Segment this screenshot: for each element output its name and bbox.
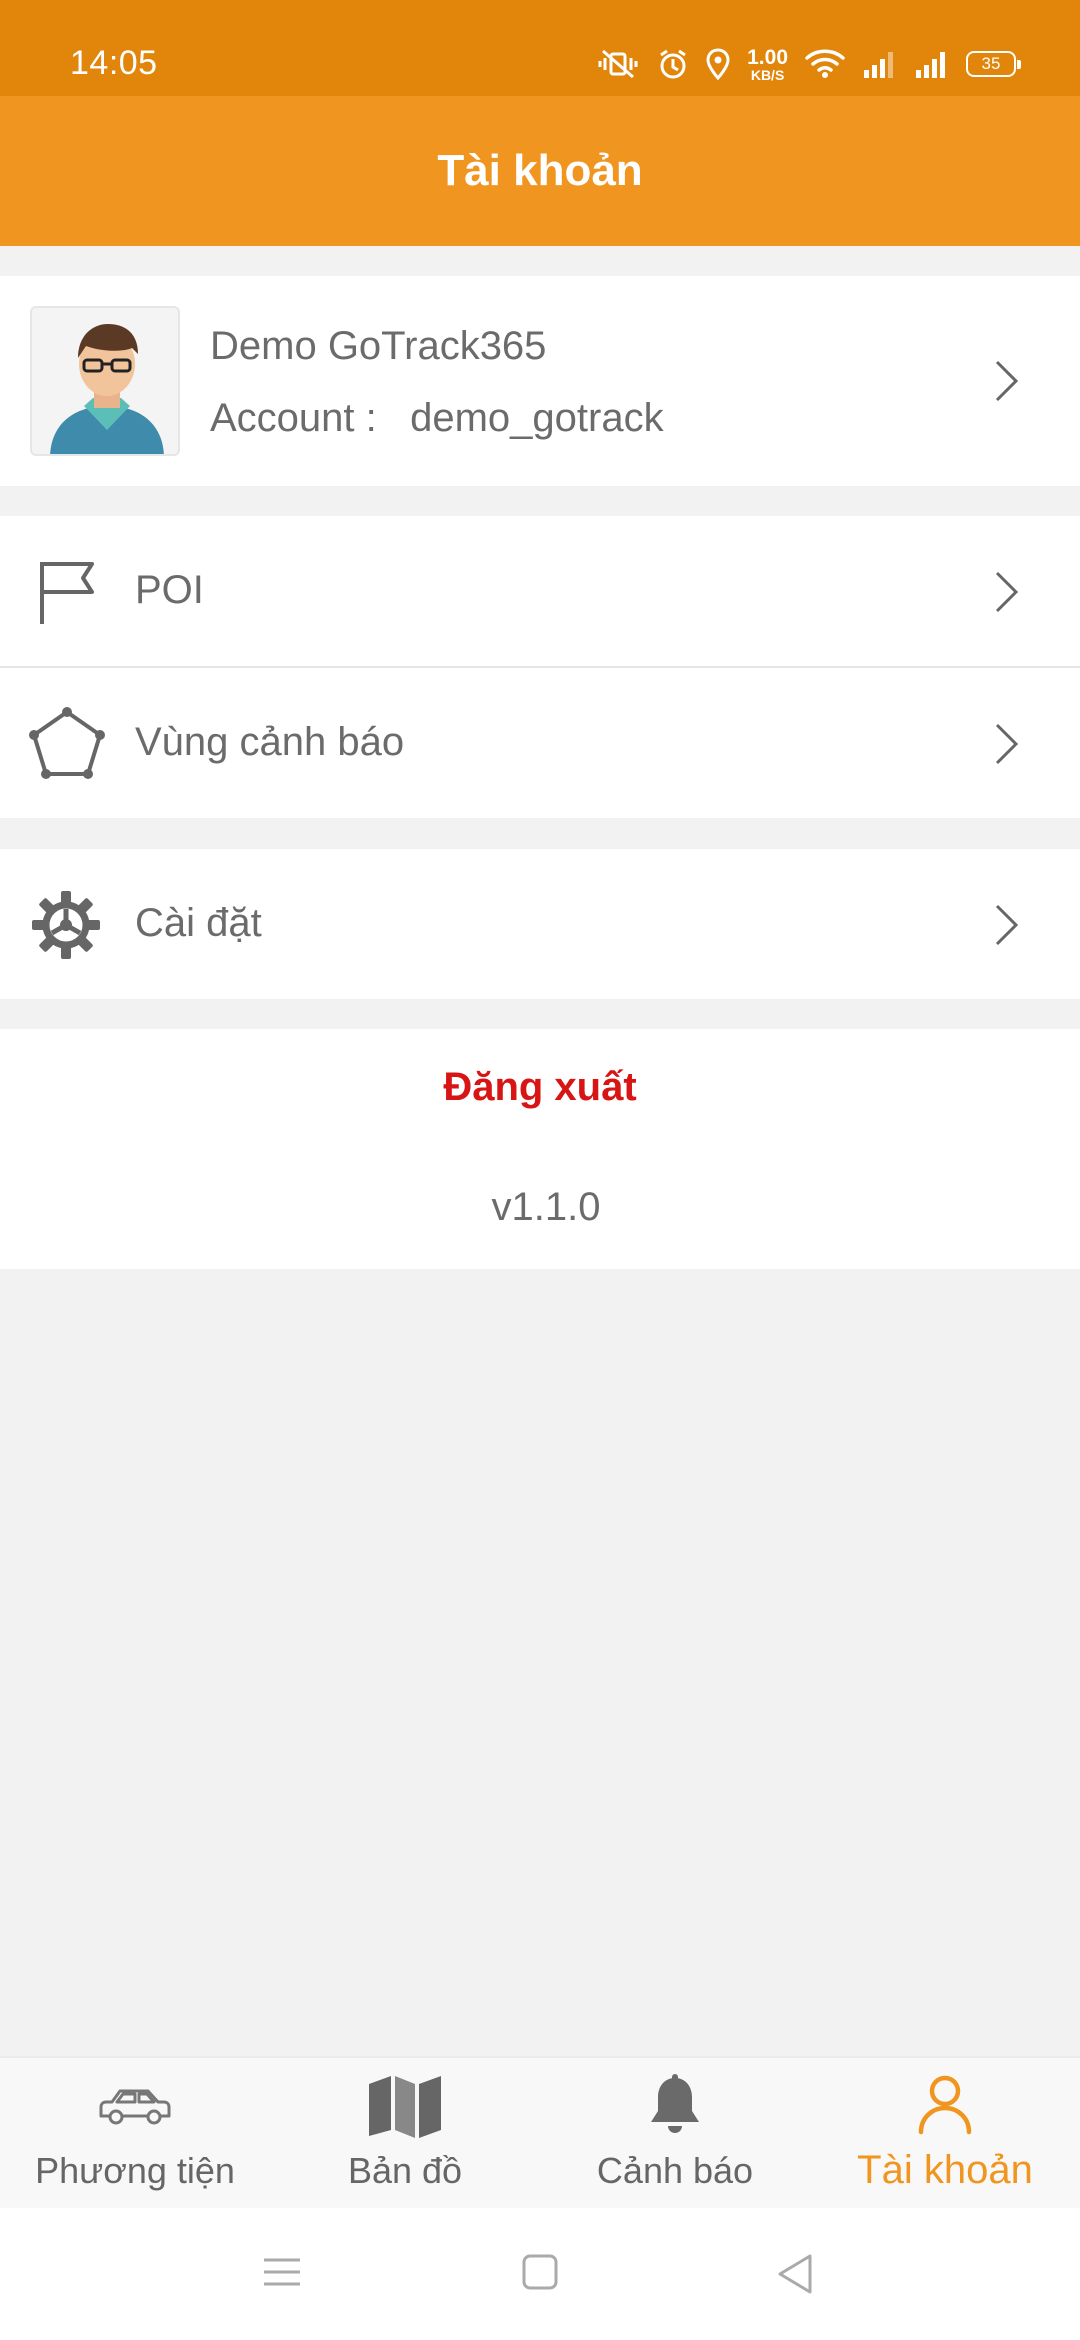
profile-card[interactable]: Demo GoTrack365 Account : demo_gotrack	[0, 276, 1080, 486]
menu-item-label: Cài đặt	[135, 901, 262, 945]
polygon-icon	[29, 707, 105, 779]
nav-item-alerts[interactable]: Cảnh báo	[540, 2058, 810, 2208]
nav-label: Bản đồ	[347, 2150, 463, 2191]
account-value: demo_gotrack	[410, 396, 664, 440]
page-title: Tài khoản	[437, 146, 643, 195]
user-icon	[918, 2075, 972, 2135]
gear-icon	[32, 891, 100, 959]
flag-icon	[40, 562, 94, 624]
menu-group: POI Vùng cảnh báo	[0, 516, 1080, 818]
chevron-right-icon	[995, 571, 1019, 613]
bell-icon	[651, 2074, 699, 2133]
logout-card: Đăng xuất v1.1.0	[0, 1029, 1080, 1269]
menu-group: Cài đặt	[0, 849, 1080, 999]
signal-icon	[914, 49, 950, 79]
profile-account: Account : demo_gotrack	[210, 396, 664, 441]
menu-item-settings[interactable]: Cài đặt	[0, 849, 1080, 999]
chevron-right-icon	[995, 723, 1019, 765]
profile-name: Demo GoTrack365	[210, 324, 547, 368]
menu-item-label: POI	[135, 568, 204, 612]
system-nav-bar	[0, 2208, 1080, 2340]
chevron-right-icon	[995, 904, 1019, 946]
logout-button[interactable]: Đăng xuất	[0, 1065, 1080, 1110]
account-label: Account :	[210, 396, 377, 440]
status-bar: 14:05 1.00 KB/S 35	[0, 0, 1080, 96]
back-icon[interactable]	[776, 2252, 814, 2296]
menu-item-label: Vùng cảnh báo	[135, 720, 405, 764]
bottom-nav: Phương tiện Bản đồ Cảnh báo Tài khoản	[0, 2056, 1080, 2208]
app-bar: Tài khoản	[0, 96, 1080, 246]
nav-item-map[interactable]: Bản đồ	[270, 2058, 540, 2208]
menu-item-poi[interactable]: POI	[0, 516, 1080, 666]
vibrate-icon	[595, 49, 641, 79]
status-time: 14:05	[70, 44, 158, 82]
net-speed: 1.00 KB/S	[747, 47, 788, 82]
status-icons: 1.00 KB/S 35	[595, 44, 1021, 84]
wifi-icon	[804, 48, 846, 80]
alarm-icon	[657, 48, 689, 80]
map-icon	[369, 2076, 441, 2138]
car-icon	[99, 2089, 171, 2125]
nav-label: Tài khoản	[857, 2148, 1033, 2192]
nav-label: Cảnh báo	[596, 2150, 754, 2191]
net-speed-value: 1.00	[747, 45, 788, 69]
user-avatar-icon	[50, 324, 164, 454]
nav-label: Phương tiện	[35, 2150, 235, 2191]
battery-icon: 35	[966, 51, 1021, 77]
version-label: v1.1.0	[491, 1185, 601, 1229]
menu-icon[interactable]	[262, 2252, 302, 2292]
signal-icon	[862, 49, 898, 79]
avatar	[30, 306, 180, 456]
chevron-right-icon	[995, 360, 1019, 402]
location-icon	[705, 48, 731, 80]
home-icon[interactable]	[521, 2252, 559, 2292]
net-speed-unit: KB/S	[750, 66, 785, 83]
nav-item-vehicles[interactable]: Phương tiện	[0, 2058, 270, 2208]
nav-item-account[interactable]: Tài khoản	[810, 2058, 1080, 2208]
menu-item-zones[interactable]: Vùng cảnh báo	[0, 668, 1080, 818]
